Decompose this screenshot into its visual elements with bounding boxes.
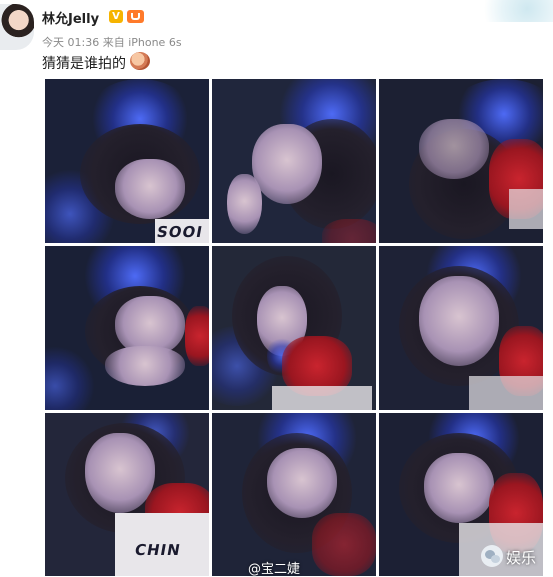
photo-4[interactable] bbox=[45, 246, 209, 410]
post-source: 来自 iPhone 6s bbox=[102, 36, 182, 49]
emoji-icon bbox=[130, 52, 150, 70]
post-meta: 今天 01:36 来自 iPhone 6s bbox=[42, 34, 182, 50]
vip-badge-icon: V bbox=[109, 10, 123, 23]
post-text: 猜猜是谁拍的 bbox=[42, 56, 126, 72]
photo-3[interactable] bbox=[379, 79, 543, 243]
photo-7[interactable]: CHIN bbox=[45, 413, 209, 576]
username[interactable]: 林允Jelly bbox=[42, 8, 99, 27]
avatar[interactable] bbox=[0, 4, 34, 50]
shirt-text: SOOI bbox=[155, 223, 205, 241]
photo-2[interactable] bbox=[212, 79, 376, 243]
photo-6[interactable] bbox=[379, 246, 543, 410]
watermark-brand: 娱乐 bbox=[506, 549, 537, 567]
member-badge-icon[interactable] bbox=[127, 10, 144, 23]
photo-5[interactable] bbox=[212, 246, 376, 410]
wechat-icon bbox=[481, 545, 503, 567]
post-time: 今天 01:36 bbox=[42, 36, 100, 49]
watermark-username: @宝二婕 bbox=[248, 562, 301, 577]
corner-decoration bbox=[467, 0, 553, 22]
photo-1[interactable]: SOOI bbox=[45, 79, 209, 243]
photo-8[interactable] bbox=[212, 413, 376, 576]
shirt-text: CHIN bbox=[133, 541, 183, 559]
